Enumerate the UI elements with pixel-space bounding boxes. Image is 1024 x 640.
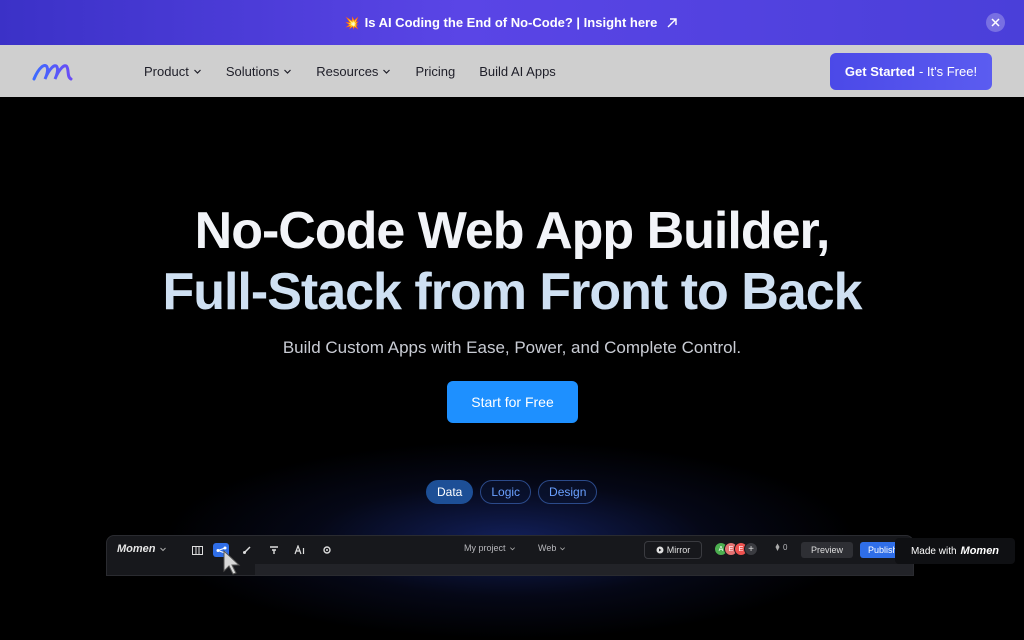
nav-item-pricing[interactable]: Pricing bbox=[415, 64, 455, 79]
chevron-down-icon bbox=[560, 546, 566, 550]
chevron-down-icon bbox=[193, 69, 201, 74]
chevron-down-icon bbox=[284, 69, 292, 74]
main-menu: Product Solutions Resources Pricing Buil… bbox=[144, 45, 580, 97]
add-collaborator-icon[interactable]: + bbox=[744, 542, 758, 556]
nav-item-resources[interactable]: Resources bbox=[316, 64, 391, 79]
nav-item-label: Resources bbox=[316, 63, 379, 79]
made-with-momen-badge[interactable]: Made with Momen bbox=[895, 538, 1015, 564]
top-nav: Product Solutions Resources Pricing Buil… bbox=[0, 45, 1024, 97]
deploy-count: 0 bbox=[783, 543, 788, 552]
ai-icon[interactable] bbox=[292, 543, 308, 557]
get-started-button[interactable]: Get Started - It's Free! bbox=[830, 53, 992, 90]
tab-design[interactable]: Design bbox=[538, 480, 598, 504]
nav-item-product[interactable]: Product bbox=[144, 64, 202, 79]
banner-close-button[interactable] bbox=[986, 13, 1005, 32]
mirror-label: Mirror bbox=[666, 545, 691, 555]
nav-item-solutions[interactable]: Solutions bbox=[226, 64, 292, 79]
badge-prefix: Made with bbox=[910, 545, 957, 557]
mouse-cursor-icon bbox=[223, 549, 241, 575]
hero-title-line2: Full-Stack from Front to Back bbox=[162, 263, 862, 321]
tab-data[interactable]: Data bbox=[426, 480, 474, 504]
deploy-counter[interactable]: 0 bbox=[773, 543, 787, 552]
nav-item-label: Pricing bbox=[415, 63, 456, 79]
app-logo-text: Momen bbox=[117, 543, 156, 555]
tab-logic[interactable]: Logic bbox=[480, 480, 532, 504]
pages-icon[interactable] bbox=[189, 543, 205, 557]
components-icon[interactable] bbox=[266, 543, 282, 557]
badge-brand: Momen bbox=[960, 545, 1000, 557]
app-canvas bbox=[255, 564, 913, 575]
nav-item-label: Product bbox=[144, 63, 189, 79]
get-started-label: Get Started bbox=[844, 64, 915, 79]
hero-title-line1: No-Code Web App Builder, bbox=[194, 202, 831, 260]
collaborator-avatars: A E E + bbox=[714, 542, 758, 556]
chevron-down-icon bbox=[509, 546, 515, 550]
close-icon bbox=[991, 18, 1000, 27]
settings-gear-icon[interactable] bbox=[319, 543, 335, 557]
explosion-icon: 💥 bbox=[344, 15, 360, 30]
project-name: My project bbox=[464, 543, 506, 553]
project-selector[interactable]: My project bbox=[464, 543, 516, 553]
nav-item-label: Build AI Apps bbox=[479, 63, 556, 79]
nav-item-label: Solutions bbox=[225, 63, 280, 79]
feature-tabs: Data Logic Design bbox=[426, 480, 604, 504]
mirror-button[interactable]: Mirror bbox=[644, 541, 702, 559]
arrow-up-right-icon bbox=[667, 17, 678, 27]
preview-button[interactable]: Preview bbox=[801, 542, 853, 558]
momen-logo-icon[interactable] bbox=[31, 57, 79, 85]
play-icon bbox=[656, 546, 664, 554]
rocket-icon bbox=[775, 543, 780, 551]
platform-selector[interactable]: Web bbox=[538, 543, 566, 553]
chevron-down-icon bbox=[383, 69, 391, 74]
announcement-banner[interactable]: 💥 Is AI Coding the End of No-Code? | Ins… bbox=[0, 0, 1024, 45]
chevron-down-icon bbox=[159, 547, 166, 552]
hero-subtitle: Build Custom Apps with Ease, Power, and … bbox=[282, 338, 742, 357]
platform-name: Web bbox=[538, 543, 557, 553]
banner-text[interactable]: Is AI Coding the End of No-Code? | Insig… bbox=[365, 15, 658, 30]
nav-item-build-ai-apps[interactable]: Build AI Apps bbox=[479, 64, 556, 79]
start-for-free-button[interactable]: Start for Free bbox=[447, 381, 578, 423]
app-logo[interactable]: Momen bbox=[117, 543, 167, 555]
get-started-suffix: - It's Free! bbox=[918, 64, 978, 79]
